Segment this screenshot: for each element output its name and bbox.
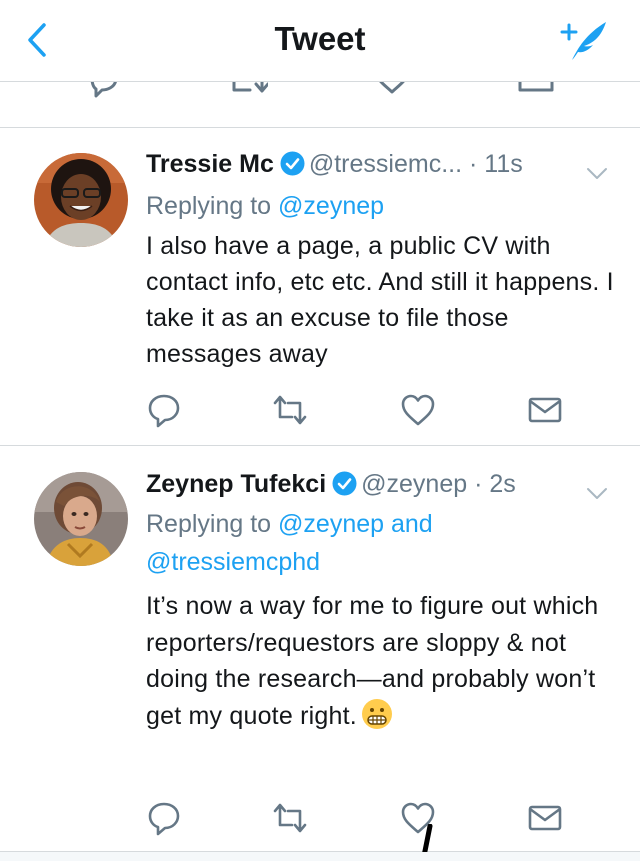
tweet-actions: [0, 392, 640, 432]
retweet-icon[interactable]: [228, 82, 270, 104]
tweet-text-container: It’s now a way for me to figure out whic…: [146, 588, 616, 734]
mention-link[interactable]: @tressiemcphd: [146, 543, 616, 581]
reply-icon[interactable]: [146, 392, 182, 428]
tweet-text: I also have a page, a public CV with con…: [146, 232, 614, 368]
compose-tweet-icon[interactable]: [556, 16, 612, 64]
chevron-down-icon[interactable]: [586, 156, 608, 179]
display-name[interactable]: Zeynep Tufekci: [146, 470, 326, 498]
bottom-bar: [0, 852, 640, 861]
page-title: Tweet: [274, 20, 366, 57]
tweet-actions: [0, 800, 640, 840]
tweet-header: Tressie Mc @tressiemc... · 11s: [146, 146, 616, 182]
replying-to: Replying to @zeynep and @tressiemcphd: [146, 505, 616, 581]
replying-prefix: Replying to: [146, 192, 272, 220]
chevron-down-icon[interactable]: [586, 476, 608, 499]
retweet-icon[interactable]: [272, 800, 308, 836]
navigation-bar: Tweet: [0, 0, 640, 82]
verified-badge-icon: [280, 150, 305, 176]
replying-prefix: Replying to: [146, 510, 272, 538]
grimacing-face-emoji-icon: [361, 698, 393, 730]
replying-to: Replying to @zeynep: [146, 187, 616, 225]
tweet-header: Zeynep Tufekci @zeynep · 2s: [146, 466, 616, 502]
retweet-icon[interactable]: [272, 392, 308, 428]
mention-link[interactable]: @zeynep: [278, 192, 384, 220]
tweet-reply-2[interactable]: Zeynep Tufekci @zeynep · 2s Replying to @…: [0, 446, 640, 852]
like-icon[interactable]: [372, 82, 412, 104]
timestamp: · 2s: [474, 470, 516, 498]
avatar[interactable]: [34, 472, 128, 566]
timestamp: · 11s: [469, 150, 523, 178]
user-handle[interactable]: @zeynep: [361, 470, 467, 498]
tweet-reply-1[interactable]: Tressie Mc @tressiemc... · 11s Replying t…: [0, 128, 640, 446]
reply-icon[interactable]: [84, 82, 124, 104]
verified-badge-icon: [332, 470, 357, 496]
avatar[interactable]: [34, 153, 128, 247]
user-handle[interactable]: @tressiemc...: [309, 150, 462, 178]
direct-message-icon[interactable]: [527, 800, 563, 836]
previous-tweet-actions: [0, 82, 640, 128]
like-icon[interactable]: [400, 392, 436, 428]
direct-message-icon[interactable]: [516, 82, 556, 104]
display-name[interactable]: Tressie Mc: [146, 150, 274, 178]
mention-link[interactable]: @zeynep and: [278, 510, 433, 538]
reply-icon[interactable]: [146, 800, 182, 836]
direct-message-icon[interactable]: [527, 392, 563, 428]
